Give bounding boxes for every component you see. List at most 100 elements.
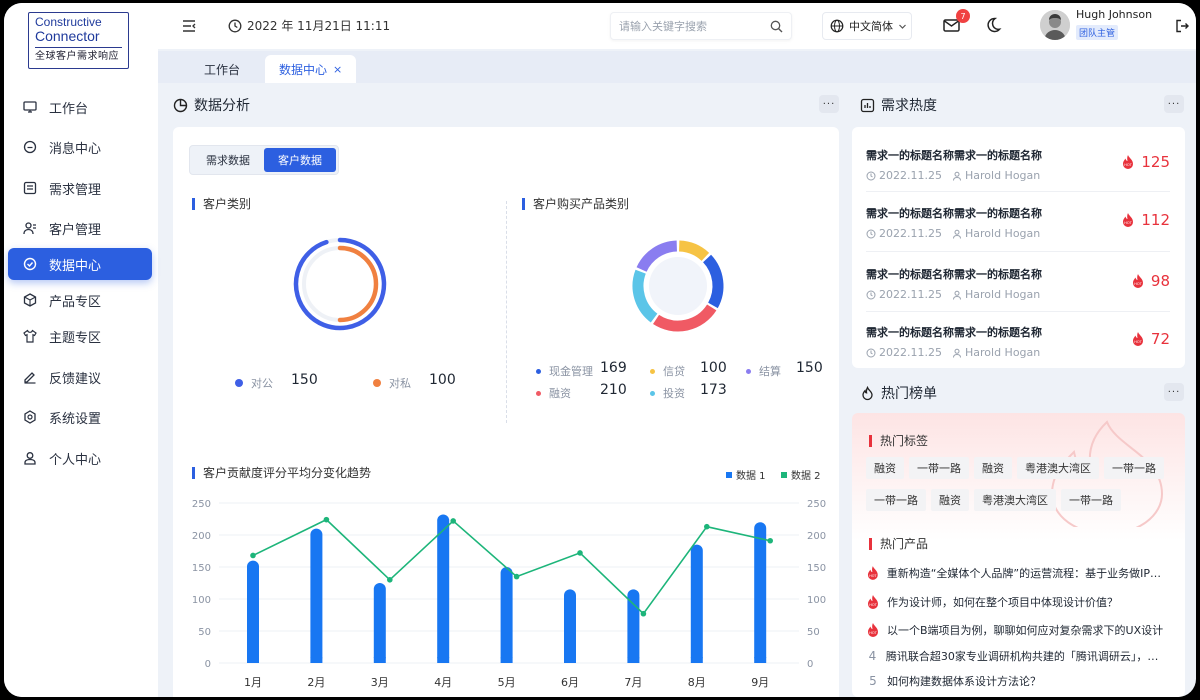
datetime-display: 2022 年 11月21日 11:11	[228, 17, 390, 34]
sidebar-item-products[interactable]: 产品专区	[8, 284, 152, 316]
trend-legend-series1: 数据 1	[726, 467, 766, 482]
page-tabs: 工作台 数据中心 ×	[158, 51, 1196, 83]
y2-tick-label: 250	[807, 499, 826, 510]
user-name: Hugh Johnson	[1076, 8, 1153, 21]
sidebar-item-messages[interactable]: 消息中心	[8, 131, 152, 163]
segment-demand-data[interactable]: 需求数据	[192, 148, 264, 172]
demand-item[interactable]: 需求一的标题名称需求一的标题名称 2022.11.25 Harold Hogan…	[866, 266, 1170, 301]
sidebar-item-workbench[interactable]: 工作台	[8, 91, 152, 123]
user-role-badge: 团队主管	[1076, 25, 1119, 40]
menu-toggle-icon[interactable]	[180, 17, 198, 35]
box-icon	[22, 292, 38, 308]
bar-base	[627, 657, 640, 663]
tag-chip[interactable]: 一带一路	[1104, 457, 1164, 479]
legend-value: 100	[429, 372, 456, 388]
user-icon	[952, 229, 961, 239]
language-select[interactable]: 中文简体	[822, 12, 912, 40]
sidebar-item-label: 个人中心	[49, 452, 102, 468]
tag-chip[interactable]: 粤港澳大湾区	[974, 489, 1056, 511]
legend-label: 对公	[251, 377, 273, 390]
line-point	[577, 550, 583, 556]
more-button[interactable]: ···	[819, 95, 839, 113]
bar-base	[437, 657, 450, 663]
legend-label: 结算	[759, 365, 781, 378]
moon-icon[interactable]	[984, 16, 1002, 34]
y-tick-label: 150	[192, 563, 211, 574]
search-icon[interactable]	[770, 20, 783, 33]
hot-products-title: 热门产品	[869, 538, 928, 550]
tab-label: 数据中心	[279, 62, 328, 77]
message-icon	[22, 139, 38, 155]
sidebar-item-label: 系统设置	[49, 411, 102, 427]
line-point	[640, 610, 647, 617]
tag-chip[interactable]: 一带一路	[866, 489, 926, 511]
hot-product-item[interactable]: 5 如何构建数据体系设计方法论？	[866, 673, 1166, 689]
bar	[247, 560, 259, 663]
svg-text:HOT: HOT	[869, 631, 877, 635]
hot-product-item[interactable]: HOT 重新构造“全媒体个人品牌”的运营流程：基于业务做IP打造	[866, 565, 1166, 581]
svg-text:HOT: HOT	[869, 603, 877, 607]
chevron-down-icon	[899, 24, 906, 29]
tag-chip[interactable]: 融资	[866, 457, 904, 479]
legend-dot	[650, 368, 655, 374]
sidebar-item-feedback[interactable]: 反馈建议	[8, 361, 152, 393]
tab-workbench[interactable]: 工作台	[190, 55, 254, 83]
tag-chip[interactable]: 融资	[931, 489, 969, 511]
tag-chip[interactable]: 一带一路	[1061, 489, 1121, 511]
data-analysis-panel: 需求数据 客户数据 客户类别 客户购买产品类别 对公 150 对私 100 现金…	[173, 127, 839, 697]
demand-item[interactable]: 需求一的标题名称需求一的标题名称 2022.11.25 Harold Hogan…	[866, 324, 1170, 359]
tag-chip[interactable]: 一带一路	[909, 457, 969, 479]
sidebar-item-topics[interactable]: 主题专区	[8, 320, 152, 352]
sidebar-item-settings[interactable]: 系统设置	[8, 401, 152, 433]
legend-label: 对私	[389, 377, 411, 390]
legend-value: 169	[600, 360, 627, 376]
clock-icon	[866, 348, 876, 357]
demand-user: Harold Hogan	[964, 227, 1041, 240]
avatar[interactable]	[1040, 10, 1070, 40]
legend-label: 数据 1	[736, 471, 766, 482]
hot-product-title: 作为设计师，如何在整个项目中体现设计价值？	[887, 596, 1118, 609]
trend-chart-title: 客户贡献度评分平均分变化趋势	[192, 467, 371, 479]
sidebar-item-data-center[interactable]: 数据中心	[8, 248, 152, 280]
hot-ranking-panel: 热门标签 融资 一带一路 融资 粤港澳大湾区 一带一路一带一路 融资 粤港澳大湾区 一带一路 …	[852, 413, 1185, 697]
demand-date: 2022.11.25	[879, 169, 942, 182]
logo-line3: 全球客户需求响应	[35, 51, 119, 62]
legend-label: 融资	[549, 387, 571, 400]
sidebar-item-profile[interactable]: 个人中心	[8, 442, 152, 474]
sidebar-item-demands[interactable]: 需求管理	[8, 172, 152, 204]
hot-tags: 融资 一带一路 融资 粤港澳大湾区 一带一路一带一路 融资 粤港澳大湾区 一带一路	[866, 457, 1176, 521]
shirt-icon	[22, 328, 38, 344]
demand-item[interactable]: 需求一的标题名称需求一的标题名称 2022.11.25 Harold Hogan…	[866, 147, 1170, 182]
logout-icon[interactable]	[1174, 18, 1190, 34]
tab-data-center[interactable]: 数据中心 ×	[265, 55, 357, 83]
app-window: Constructive Connector 全球客户需求响应 工作台 消息中心…	[4, 3, 1196, 697]
logo-line2: Connector	[35, 28, 100, 44]
x-tick-label: 6月	[561, 676, 579, 689]
close-icon[interactable]: ×	[333, 63, 342, 76]
donut-slice	[678, 240, 710, 262]
divider	[866, 311, 1170, 312]
x-tick-label: 1月	[244, 676, 262, 689]
demand-user: Harold Hogan	[964, 288, 1041, 301]
demand-item[interactable]: 需求一的标题名称需求一的标题名称 2022.11.25 Harold Hogan…	[866, 205, 1170, 240]
bar-base	[754, 657, 767, 663]
fire-icon: HOT	[1123, 155, 1134, 169]
more-button[interactable]: ···	[1164, 95, 1184, 113]
search-box	[610, 12, 792, 40]
sidebar-item-customers[interactable]: 客户管理	[8, 212, 152, 244]
bar-base	[500, 657, 513, 663]
search-input[interactable]	[611, 13, 761, 39]
demand-meta: 2022.11.25 Harold Hogan	[866, 346, 1170, 359]
tag-chip[interactable]: 融资	[974, 457, 1012, 479]
svg-text:HOT: HOT	[869, 574, 877, 578]
segment-customer-data[interactable]: 客户数据	[264, 148, 336, 172]
hot-product-item[interactable]: HOT 作为设计师，如何在整个项目中体现设计价值？	[866, 594, 1166, 610]
hot-product-item[interactable]: HOT 以一个B端项目为例，聊聊如何应对复杂需求下的UX设计	[866, 622, 1166, 638]
user-icon	[952, 171, 961, 181]
person-icon	[22, 450, 38, 466]
more-button[interactable]: ···	[1164, 383, 1184, 401]
tag-chip[interactable]: 粤港澳大湾区	[1017, 457, 1099, 479]
y-tick-label: 250	[192, 499, 211, 510]
hot-product-item[interactable]: 4 腾讯联合超30家专业调研机构共建的「腾讯调研云」，今日上线	[866, 648, 1166, 664]
x-tick-label: 8月	[688, 676, 706, 689]
